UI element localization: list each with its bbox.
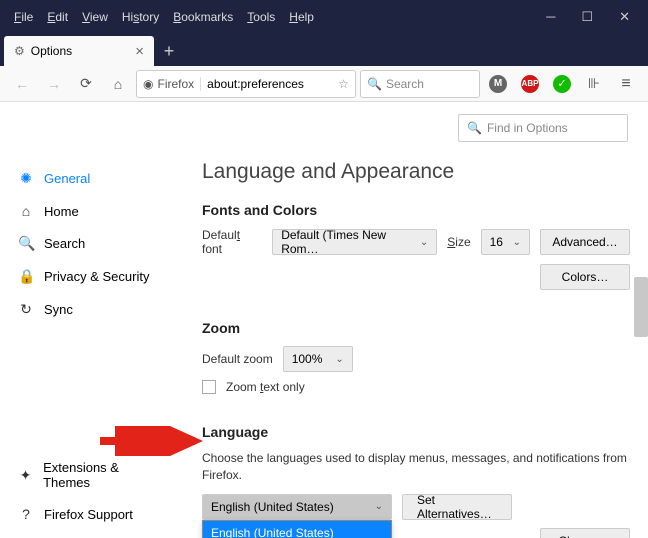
question-icon: ? (18, 506, 34, 522)
tab-options[interactable]: ⚙ Options × (4, 36, 154, 66)
url-text: about:preferences (207, 77, 304, 91)
size-label: Size (447, 235, 470, 249)
scrollbar-thumb[interactable] (634, 277, 648, 337)
language-desc: Choose the languages used to display men… (202, 450, 630, 484)
sidebar-item-sync[interactable]: ↻ Sync (0, 293, 180, 326)
maximize-button[interactable]: ☐ (581, 9, 593, 25)
chevron-down-icon: ⌄ (420, 237, 428, 248)
home-icon: ⌂ (18, 203, 34, 219)
sync-icon: ↻ (18, 301, 34, 318)
menu-edit[interactable]: Edit (41, 7, 74, 27)
home-button[interactable]: ⌂ (104, 70, 132, 98)
badge-abp[interactable]: ABP (516, 70, 544, 98)
tab-bar: ⚙ Options × + (0, 34, 648, 66)
sidebar-item-support[interactable]: ? Firefox Support (0, 498, 180, 530)
puzzle-icon: ✦ (18, 467, 33, 484)
set-alternatives-button[interactable]: Set Alternatives… (402, 494, 512, 520)
colors-button[interactable]: Colors… (540, 264, 630, 290)
badge-m[interactable]: M (484, 70, 512, 98)
sidebar-item-home[interactable]: ⌂ Home (0, 195, 180, 227)
search-icon: 🔍 (467, 121, 482, 135)
firefox-icon: ◉ (143, 77, 153, 91)
chevron-down-icon: ⌄ (513, 237, 521, 248)
choose-button[interactable]: Choose… (540, 528, 630, 538)
fonts-heading: Fonts and Colors (202, 202, 630, 218)
tab-close-icon[interactable]: × (135, 43, 144, 60)
default-font-label: Default font (202, 228, 262, 256)
dropdown-option-en-us[interactable]: English (United States) (203, 521, 391, 538)
menu-history[interactable]: History (116, 7, 165, 27)
zoom-text-only-label: Zoom text only (226, 380, 305, 394)
page-title: Language and Appearance (202, 160, 630, 184)
font-size-select[interactable]: 16 ⌄ (481, 229, 530, 255)
language-select[interactable]: English (United States) ⌄ (202, 494, 392, 520)
minimize-button[interactable]: ─ (546, 9, 555, 25)
sidebar-item-search[interactable]: 🔍 Search (0, 227, 180, 260)
default-zoom-label: Default zoom (202, 352, 273, 366)
annotation-arrow (100, 426, 210, 456)
reload-button[interactable]: ⟳ (72, 70, 100, 98)
search-icon: 🔍 (18, 235, 34, 252)
identity-box[interactable]: ◉ Firefox (143, 77, 201, 91)
forward-button[interactable]: → (40, 70, 68, 98)
menubar: File Edit View History Bookmarks Tools H… (0, 0, 648, 34)
sidebar-item-general[interactable]: ✺ General (0, 162, 180, 195)
toolbar: ← → ⟳ ⌂ ◉ Firefox about:preferences ☆ 🔍 … (0, 66, 648, 102)
tab-title: Options (31, 44, 72, 58)
zoom-heading: Zoom (202, 320, 630, 336)
menu-help[interactable]: Help (283, 7, 320, 27)
gear-icon: ✺ (18, 170, 34, 187)
close-window-button[interactable]: ✕ (619, 9, 630, 25)
menu-file[interactable]: File (8, 7, 39, 27)
app-menu-button[interactable]: ≡ (612, 70, 640, 98)
new-tab-button[interactable]: + (154, 36, 184, 66)
sidebar-item-extensions[interactable]: ✦ Extensions & Themes (0, 452, 180, 498)
find-in-options[interactable]: 🔍 Find in Options (458, 114, 628, 142)
address-bar[interactable]: ◉ Firefox about:preferences ☆ (136, 70, 356, 98)
language-heading: Language (202, 424, 630, 440)
search-bar[interactable]: 🔍 Search (360, 70, 480, 98)
menu-tools[interactable]: Tools (241, 7, 281, 27)
menu-view[interactable]: View (76, 7, 114, 27)
lock-icon: 🔒 (18, 268, 34, 285)
zoom-text-only-checkbox[interactable] (202, 380, 216, 394)
advanced-button[interactable]: Advanced… (540, 229, 630, 255)
sidebar-item-privacy[interactable]: 🔒 Privacy & Security (0, 260, 180, 293)
menu-bookmarks[interactable]: Bookmarks (167, 7, 239, 27)
back-button[interactable]: ← (8, 70, 36, 98)
main-content: 🔍 Find in Options Language and Appearanc… (180, 102, 648, 538)
chevron-down-icon: ⌄ (375, 501, 383, 512)
library-button[interactable]: ⊪ (580, 70, 608, 98)
bookmark-star-icon[interactable]: ☆ (338, 77, 349, 91)
chevron-down-icon: ⌄ (335, 354, 343, 365)
search-icon: 🔍 (367, 77, 382, 91)
language-dropdown: English (United States) Romanian Search … (202, 520, 392, 538)
sidebar: ✺ General ⌂ Home 🔍 Search 🔒 Privacy & Se… (0, 102, 180, 538)
gear-icon: ⚙ (14, 44, 25, 58)
default-zoom-select[interactable]: 100% ⌄ (283, 346, 353, 372)
default-font-select[interactable]: Default (Times New Rom… ⌄ (272, 229, 437, 255)
badge-check[interactable]: ✓ (548, 70, 576, 98)
